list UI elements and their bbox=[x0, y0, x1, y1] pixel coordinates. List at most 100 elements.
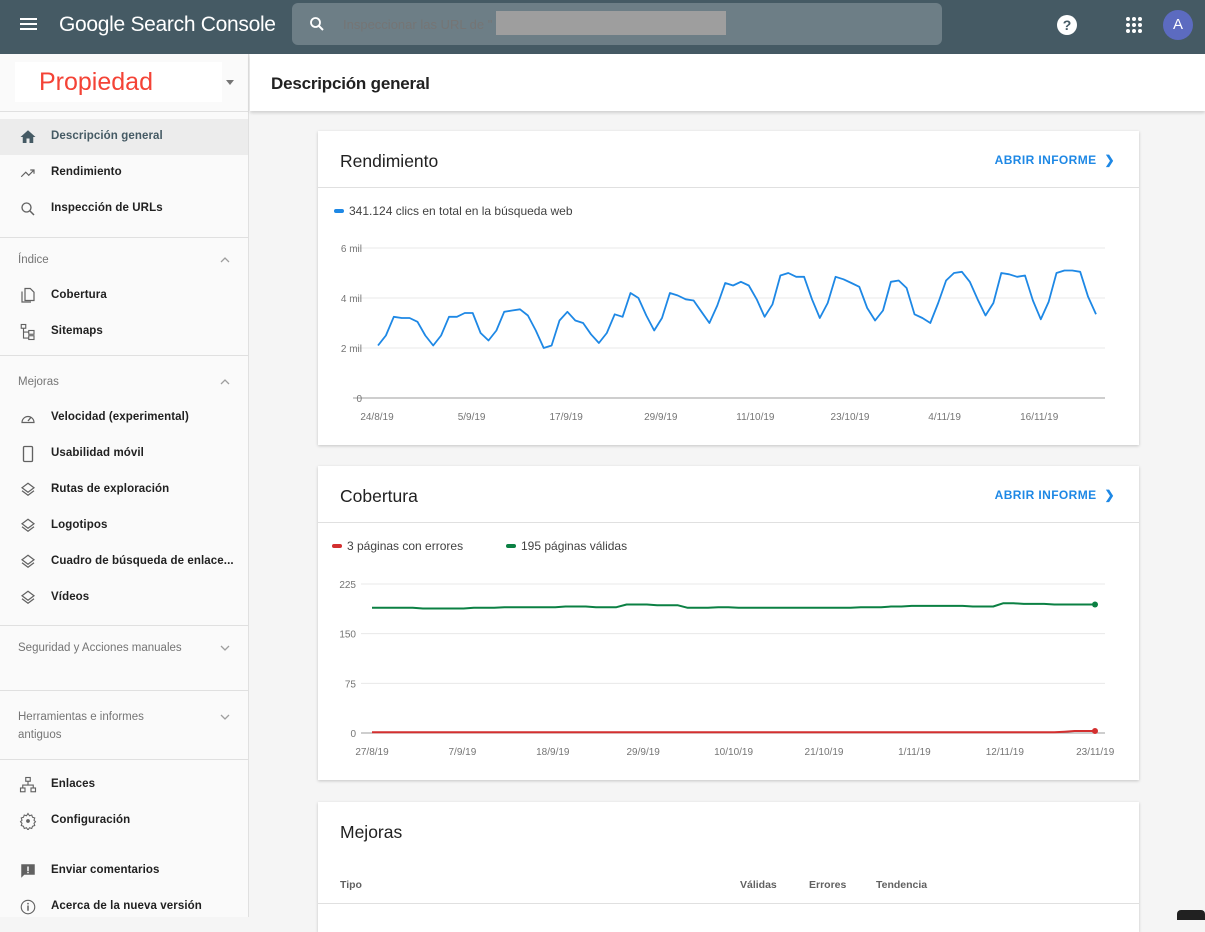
y-tick-label: 225 bbox=[339, 580, 356, 591]
layers-icon bbox=[21, 518, 35, 532]
layers-icon bbox=[21, 482, 35, 496]
card-header: Rendimiento ABRIR INFORME ❯ bbox=[318, 131, 1139, 188]
sidebar-item-sitemaps[interactable]: Sitemaps bbox=[0, 314, 248, 350]
x-tick-label: 12/11/19 bbox=[986, 747, 1025, 758]
sidebar-item-label: Sitemaps bbox=[51, 325, 103, 337]
x-tick-label: 21/10/19 bbox=[805, 747, 844, 758]
floating-action-tab[interactable] bbox=[1177, 910, 1205, 920]
series-line-p-ginas-con-errores bbox=[372, 730, 1095, 734]
feedback-icon bbox=[21, 864, 35, 878]
chevron-up-icon bbox=[220, 379, 230, 385]
search-icon bbox=[21, 202, 35, 216]
home-icon bbox=[20, 130, 36, 143]
x-tick-label: 23/11/19 bbox=[1076, 747, 1115, 758]
sidebar-item-label: Logotipos bbox=[51, 519, 108, 531]
sidebar-item-breadcrumbs[interactable]: Rutas de exploración bbox=[0, 472, 248, 508]
sidebar-item-sitelinks-searchbox[interactable]: Cuadro de búsqueda de enlace... bbox=[0, 544, 248, 580]
sidebar-item-about-new-version[interactable]: Acerca de la nueva versión bbox=[0, 889, 248, 925]
sidebar-section-index[interactable]: Índice bbox=[0, 251, 248, 269]
sidebar-item-links[interactable]: Enlaces bbox=[0, 767, 248, 803]
y-tick-label: 75 bbox=[345, 679, 357, 690]
series-line-clics bbox=[377, 269, 1097, 349]
logo-product-text: Search Console bbox=[130, 13, 276, 36]
sidebar-item-videos[interactable]: Vídeos bbox=[0, 580, 248, 616]
legend-label: 3 páginas con errores bbox=[347, 539, 464, 553]
section-label: Seguridad y Acciones manuales bbox=[18, 642, 182, 654]
column-header-errors[interactable]: Errores bbox=[809, 879, 846, 891]
x-tick-label: 27/8/19 bbox=[355, 747, 389, 758]
legend-swatch bbox=[332, 543, 342, 548]
sitemap-icon bbox=[20, 323, 35, 341]
sidebar-section-legacy-tools[interactable]: Herramientas e informes antiguos bbox=[0, 708, 248, 744]
legend-item-errors[interactable]: 3 páginas con errores bbox=[332, 539, 463, 553]
info-icon bbox=[20, 899, 36, 915]
legend-item-valid[interactable]: 195 páginas válidas bbox=[506, 539, 627, 553]
speedometer-icon bbox=[21, 415, 35, 424]
card-title: Cobertura bbox=[340, 486, 418, 506]
y-tick-label: 4 mil bbox=[341, 294, 362, 305]
sidebar-item-settings[interactable]: Configuración bbox=[0, 803, 248, 839]
sidebar-item-url-inspection[interactable]: Inspección de URLs bbox=[0, 191, 248, 227]
sidebar-section-security[interactable]: Seguridad y Acciones manuales bbox=[0, 639, 248, 675]
sidebar-item-coverage[interactable]: Cobertura bbox=[0, 278, 248, 314]
column-header-valid[interactable]: Válidas bbox=[740, 879, 777, 891]
divider bbox=[0, 625, 248, 626]
legend-item-clicks[interactable]: 341.124 clics en total en la búsqueda we… bbox=[334, 204, 573, 218]
layers-icon bbox=[21, 590, 35, 604]
logo-google-text: Google bbox=[59, 13, 125, 36]
card-title: Rendimiento bbox=[340, 151, 439, 171]
sidebar-item-label: Usabilidad móvil bbox=[51, 447, 144, 459]
sidebar-item-speed[interactable]: Velocidad (experimental) bbox=[0, 400, 248, 436]
card-title: Mejoras bbox=[340, 822, 403, 842]
card-header: Cobertura ABRIR INFORME ❯ bbox=[318, 466, 1139, 523]
chevron-down-icon bbox=[220, 714, 230, 720]
section-label: Herramientas e informes antiguos bbox=[18, 711, 144, 741]
sidebar-item-send-feedback[interactable]: Enviar comentarios bbox=[0, 853, 248, 889]
chevron-down-icon bbox=[220, 645, 230, 651]
property-dropdown-caret-icon[interactable] bbox=[226, 80, 234, 85]
url-inspection-search[interactable] bbox=[292, 3, 942, 45]
sidebar-item-overview[interactable]: Descripción general bbox=[0, 119, 248, 155]
help-icon[interactable]: ? bbox=[1057, 15, 1077, 35]
performance-chart: 0 2 mil 4 mil 6 mil 24/8/19 5/9/19 17/9/19 29/9… bbox=[341, 244, 1105, 423]
x-tick-label: 16/11/19 bbox=[1020, 412, 1059, 423]
series-line-p-ginas-v-lidas bbox=[372, 602, 1095, 610]
column-header-trend[interactable]: Tendencia bbox=[876, 879, 927, 891]
section-label: Mejoras bbox=[18, 376, 59, 388]
column-header-type[interactable]: Tipo bbox=[340, 879, 362, 891]
x-tick-label: 23/10/19 bbox=[831, 412, 870, 423]
divider bbox=[0, 759, 248, 760]
apps-grid-icon[interactable] bbox=[1126, 17, 1142, 33]
open-performance-report-button[interactable]: ABRIR INFORME ❯ bbox=[995, 153, 1115, 167]
hamburger-menu-icon[interactable] bbox=[19, 15, 39, 35]
x-tick-label: 29/9/19 bbox=[627, 747, 661, 758]
sidebar-item-performance[interactable]: Rendimiento bbox=[0, 155, 248, 191]
x-tick-label: 29/9/19 bbox=[644, 412, 678, 423]
sidebar-item-label: Enviar comentarios bbox=[51, 864, 160, 876]
y-tick-label: 150 bbox=[339, 630, 356, 641]
sidebar-item-mobile-usability[interactable]: Usabilidad móvil bbox=[0, 436, 248, 472]
chevron-up-icon bbox=[220, 257, 230, 263]
sidebar-item-logos[interactable]: Logotipos bbox=[0, 508, 248, 544]
y-tick-label: 6 mil bbox=[341, 244, 362, 255]
open-report-label: ABRIR INFORME bbox=[994, 488, 1097, 502]
app-logo[interactable]: Google Search Console bbox=[59, 13, 276, 37]
property-name: Propiedad bbox=[39, 68, 153, 96]
sidebar-section-enhancements[interactable]: Mejoras bbox=[0, 373, 248, 391]
performance-card: Rendimiento ABRIR INFORME ❯ 341.124 clics… bbox=[318, 131, 1139, 445]
x-tick-label: 10/10/19 bbox=[714, 747, 753, 758]
account-avatar[interactable]: A bbox=[1163, 10, 1193, 40]
property-selector[interactable]: Propiedad bbox=[15, 62, 222, 102]
open-coverage-report-button[interactable]: ABRIR INFORME ❯ bbox=[995, 488, 1115, 502]
x-tick-label: 24/8/19 bbox=[360, 412, 394, 423]
sidebar-item-label: Vídeos bbox=[51, 591, 90, 603]
search-icon bbox=[310, 17, 324, 31]
sidebar-item-label: Cobertura bbox=[51, 289, 107, 301]
sidebar-item-label: Acerca de la nueva versión bbox=[51, 900, 202, 912]
x-tick-label: 11/10/19 bbox=[736, 412, 775, 423]
page-header: Descripción general bbox=[250, 54, 1205, 111]
series-end-point bbox=[1092, 728, 1098, 735]
section-label: Índice bbox=[18, 254, 49, 266]
open-report-label: ABRIR INFORME bbox=[994, 153, 1097, 167]
divider bbox=[0, 237, 248, 238]
